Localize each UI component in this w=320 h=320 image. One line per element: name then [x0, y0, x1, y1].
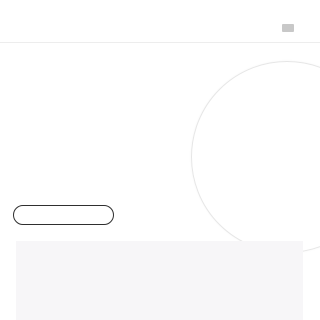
- outline-pill-button[interactable]: [13, 205, 114, 225]
- content-panel: [16, 241, 303, 320]
- top-bar: [0, 0, 320, 43]
- decorative-circle: [191, 61, 320, 253]
- menu-icon[interactable]: [282, 24, 294, 32]
- page: [0, 0, 320, 320]
